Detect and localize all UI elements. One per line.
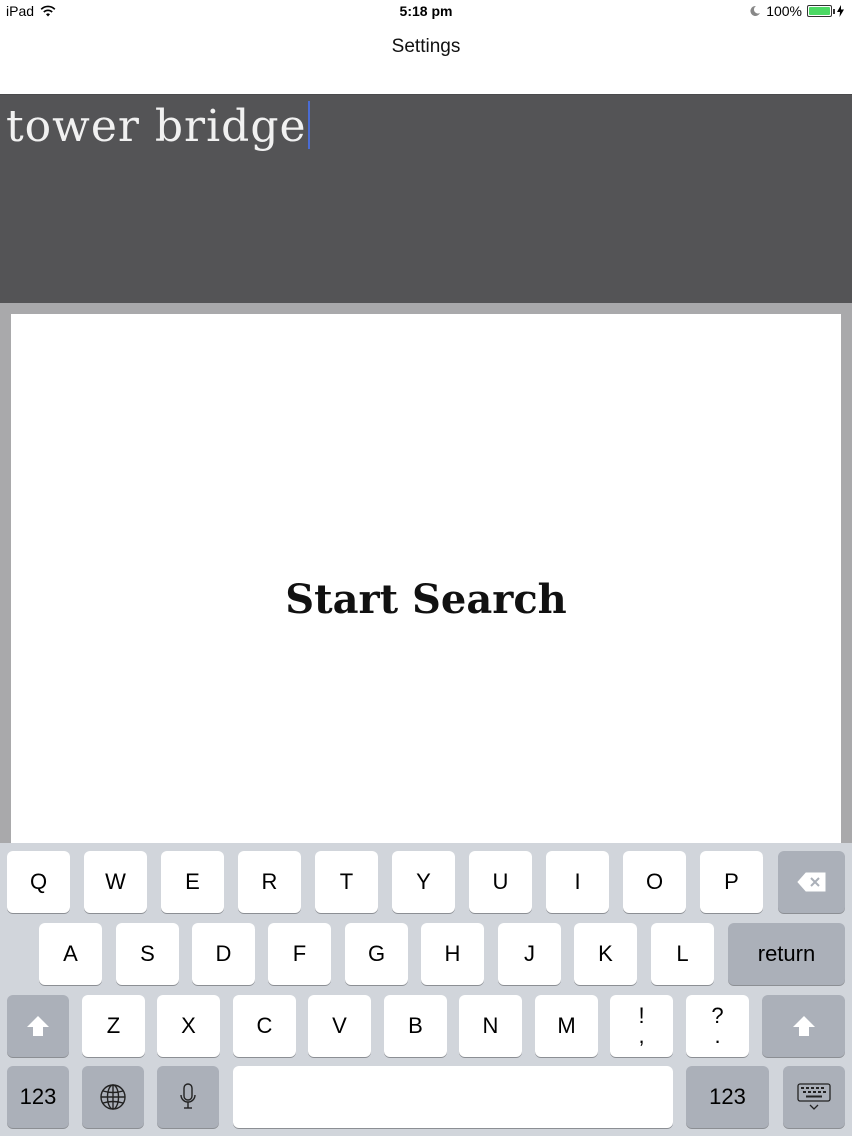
key-o[interactable]: O: [623, 851, 686, 913]
key-exclamation-comma[interactable]: ! ,: [610, 995, 673, 1057]
key-k[interactable]: K: [574, 923, 637, 985]
delete-icon: [796, 872, 827, 892]
microphone-icon: [179, 1083, 197, 1111]
keyboard: Q W E R T Y U I O P A S D F G H J K L re…: [0, 843, 852, 1136]
key-z[interactable]: Z: [82, 995, 145, 1057]
key-n[interactable]: N: [459, 995, 522, 1057]
space-key[interactable]: [233, 1066, 673, 1128]
charging-icon: [837, 5, 844, 17]
search-panel: Start Search: [11, 314, 841, 843]
delete-key[interactable]: [778, 851, 845, 913]
status-right: 100%: [749, 3, 844, 19]
key-m[interactable]: M: [535, 995, 598, 1057]
key-v[interactable]: V: [308, 995, 371, 1057]
key-g[interactable]: G: [345, 923, 408, 985]
text-caret: [307, 101, 310, 149]
shift-icon: [26, 1015, 50, 1037]
key-p[interactable]: P: [700, 851, 763, 913]
key-l[interactable]: L: [651, 923, 714, 985]
globe-icon: [99, 1083, 127, 1111]
status-time: 5:18 pm: [399, 3, 453, 19]
moon-icon: [749, 5, 761, 17]
key-a[interactable]: A: [39, 923, 102, 985]
key-e[interactable]: E: [161, 851, 224, 913]
status-bar: iPad 5:18 pm 100%: [0, 0, 852, 24]
key-j[interactable]: J: [498, 923, 561, 985]
key-f[interactable]: F: [268, 923, 331, 985]
numbers-key-left[interactable]: 123: [7, 1066, 69, 1128]
battery-percent: 100%: [766, 3, 802, 19]
start-search-button[interactable]: Start Search: [11, 576, 841, 623]
key-q[interactable]: Q: [7, 851, 70, 913]
keyboard-hide-icon: [797, 1083, 831, 1111]
nav-bar: Settings: [0, 24, 852, 94]
key-w[interactable]: W: [84, 851, 147, 913]
numbers-key-right[interactable]: 123: [686, 1066, 769, 1128]
search-text-wrapper: tower bridge: [6, 101, 310, 152]
shift-key-right[interactable]: [762, 995, 845, 1057]
key-r[interactable]: R: [238, 851, 301, 913]
key-y[interactable]: Y: [392, 851, 455, 913]
return-key[interactable]: return: [728, 923, 845, 985]
shift-icon: [792, 1015, 816, 1037]
settings-button[interactable]: Settings: [0, 36, 852, 58]
key-t[interactable]: T: [315, 851, 378, 913]
content-frame: Start Search: [0, 303, 852, 843]
key-b[interactable]: B: [384, 995, 447, 1057]
search-input-text: tower bridge: [6, 101, 307, 152]
key-c[interactable]: C: [233, 995, 296, 1057]
key-question-period[interactable]: ? .: [686, 995, 749, 1057]
key-x[interactable]: X: [157, 995, 220, 1057]
shift-key-left[interactable]: [7, 995, 69, 1057]
key-s[interactable]: S: [116, 923, 179, 985]
battery-icon: [807, 5, 835, 17]
search-field[interactable]: tower bridge: [0, 94, 852, 303]
dictation-key[interactable]: [157, 1066, 219, 1128]
key-d[interactable]: D: [192, 923, 255, 985]
key-i[interactable]: I: [546, 851, 609, 913]
globe-key[interactable]: [82, 1066, 144, 1128]
key-u[interactable]: U: [469, 851, 532, 913]
key-h[interactable]: H: [421, 923, 484, 985]
hide-keyboard-key[interactable]: [783, 1066, 845, 1128]
